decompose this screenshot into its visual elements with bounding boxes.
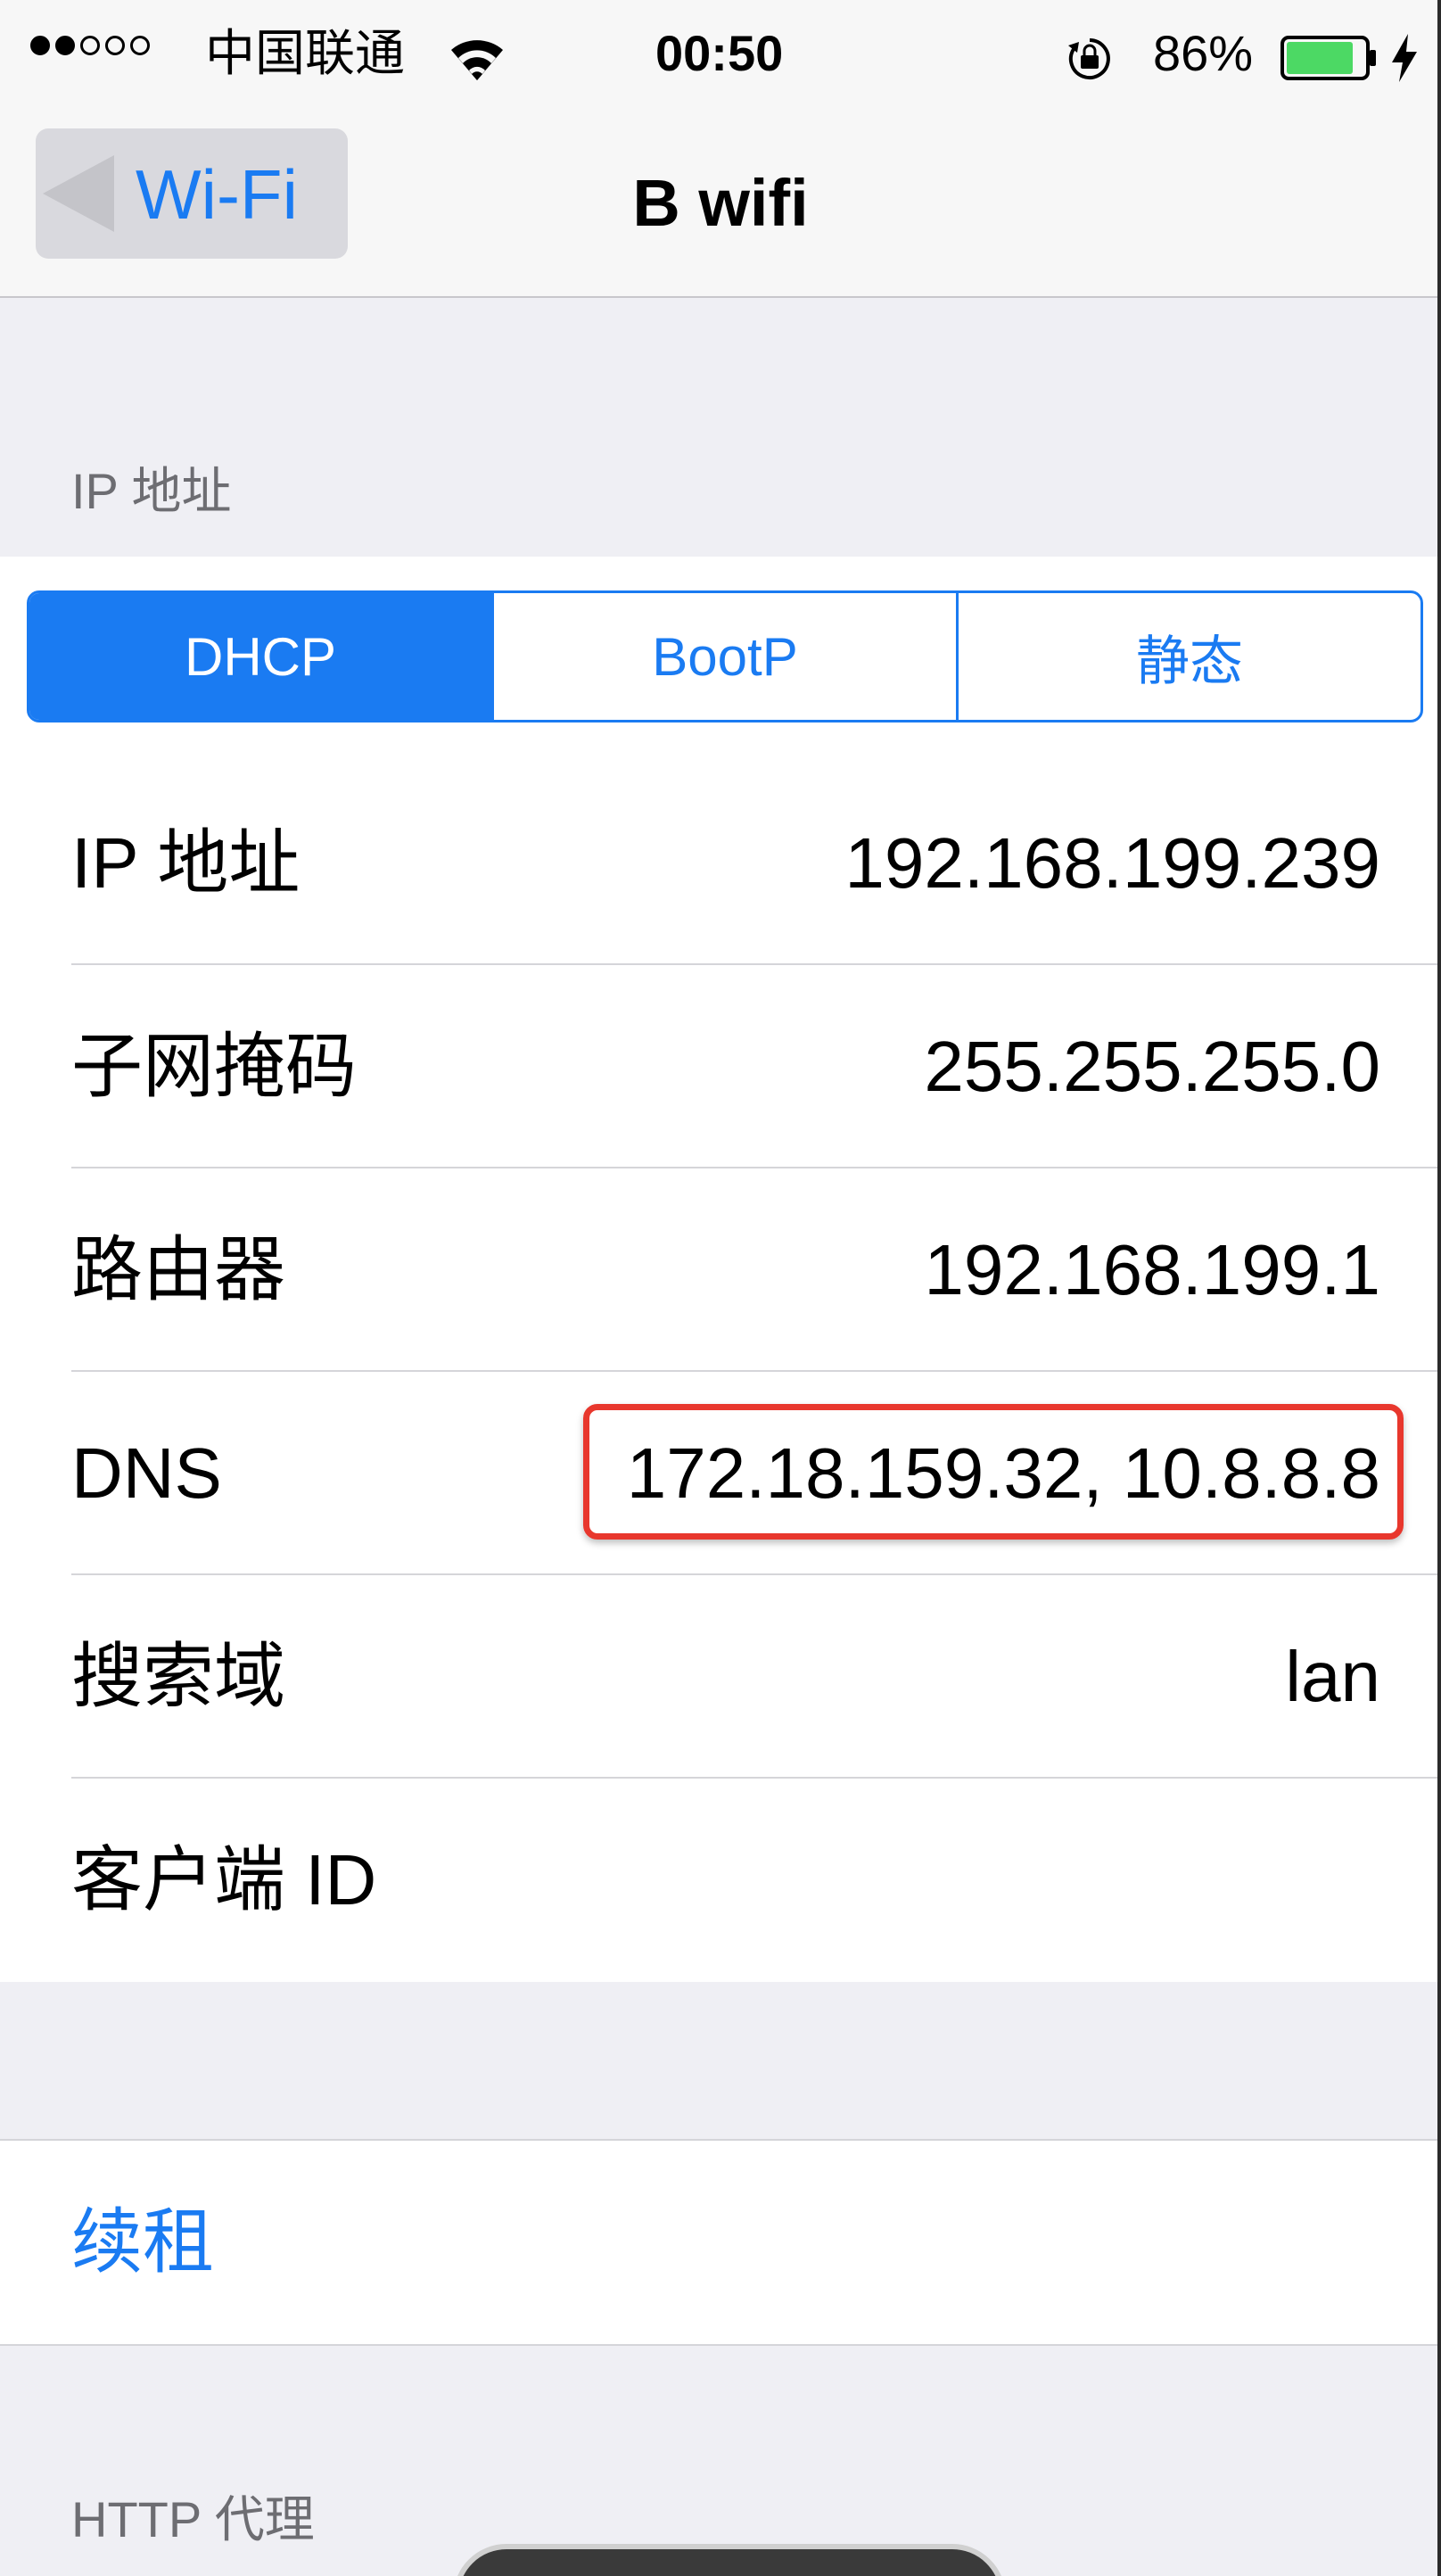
renew-panel: 续租 [0, 2139, 1441, 2346]
row-label: 搜索域 [71, 1637, 285, 1716]
row-ip-address: IP 地址 192.168.199.239 [0, 762, 1441, 965]
segment-dhcp[interactable]: DHCP [29, 593, 491, 720]
signal-dot [55, 36, 75, 55]
battery-percentage: 86% [1153, 25, 1254, 81]
ip-mode-segmented-control[interactable]: DHCP BootP 静态 [27, 590, 1423, 722]
screen-edge [1437, 0, 1441, 2576]
ip-info-table: IP 地址 192.168.199.239 子网掩码 255.255.255.0… [0, 762, 1441, 1982]
signal-strength-icon [30, 36, 150, 55]
row-label: 客户端 ID [71, 1840, 377, 1920]
signal-dot [80, 36, 100, 55]
row-label: 路由器 [71, 1230, 285, 1309]
row-label: 子网掩码 [71, 1027, 357, 1106]
signal-dot [105, 36, 125, 55]
row-subnet-mask: 子网掩码 255.255.255.0 [0, 965, 1441, 1168]
navigation-bar: Wi-Fi B wifi [0, 107, 1441, 298]
signal-dot [30, 36, 50, 55]
renew-lease-button[interactable]: 续租 [71, 2141, 214, 2344]
settings-screen: 中国联通 00:50 86% Wi-Fi B wifi IP 地址 DHCP B… [0, 0, 1441, 2576]
segment-static[interactable]: 静态 [956, 593, 1420, 720]
carrier-name: 中国联通 [205, 25, 405, 81]
row-search-domain: 搜索域 lan [0, 1575, 1441, 1779]
row-value: 255.255.255.0 [924, 1027, 1380, 1106]
row-client-id[interactable]: 客户端 ID [0, 1779, 1441, 1982]
assistive-touch-button[interactable] [453, 2544, 1006, 2576]
wifi-icon [451, 40, 503, 80]
segment-panel: DHCP BootP 静态 [0, 557, 1441, 762]
row-value: lan [1285, 1637, 1380, 1716]
dns-highlight-box [583, 1404, 1404, 1540]
row-router: 路由器 192.168.199.1 [0, 1168, 1441, 1372]
orientation-lock-icon [1068, 38, 1110, 79]
row-label: DNS [71, 1433, 222, 1513]
section-header-http-proxy: HTTP 代理 [71, 2491, 315, 2547]
row-value: 192.168.199.1 [924, 1230, 1380, 1309]
row-value: 192.168.199.239 [844, 823, 1380, 903]
row-label: IP 地址 [71, 823, 301, 903]
segment-bootp[interactable]: BootP [491, 593, 956, 720]
status-bar: 中国联通 00:50 86% [0, 0, 1441, 107]
section-header-ip: IP 地址 [71, 463, 232, 519]
page-title: B wifi [632, 166, 809, 240]
clock: 00:50 [655, 25, 784, 81]
battery-icon [1280, 36, 1376, 80]
signal-dot [130, 36, 150, 55]
charging-icon [1392, 34, 1417, 82]
